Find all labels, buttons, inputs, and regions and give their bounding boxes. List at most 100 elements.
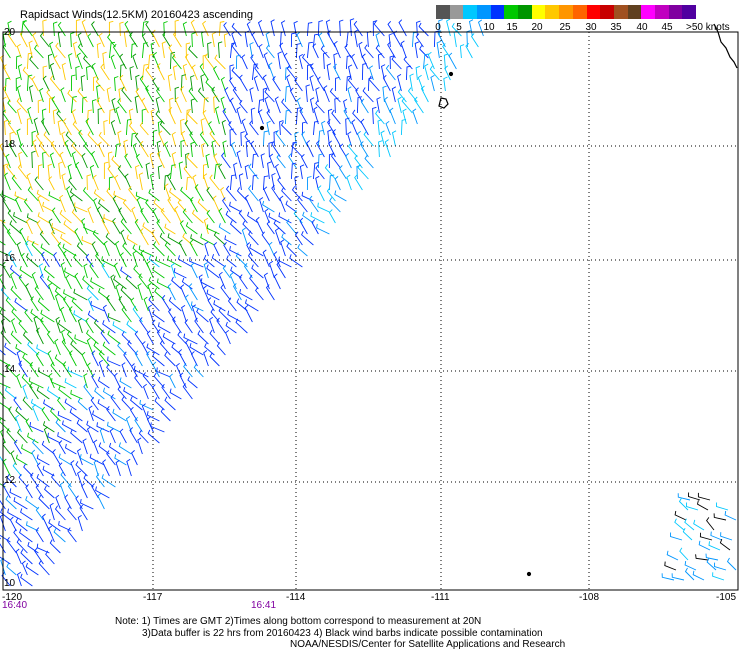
wind-barb — [424, 63, 429, 81]
wind-barb — [306, 41, 313, 59]
wind-barb — [109, 428, 116, 444]
wind-barb — [134, 416, 143, 433]
wind-barb — [30, 472, 39, 488]
wind-barb — [453, 30, 458, 48]
wind-barb — [708, 541, 721, 551]
wind-barb — [268, 260, 275, 279]
wind-barb — [59, 194, 66, 213]
wind-barb — [120, 218, 132, 235]
wind-barb — [286, 242, 297, 257]
legend-swatch — [559, 5, 574, 19]
wind-barb — [9, 488, 22, 499]
wind-barb — [107, 33, 116, 48]
wind-barb — [91, 21, 99, 37]
wind-barb — [20, 20, 28, 37]
wind-barb — [692, 570, 705, 581]
wind-barb — [173, 65, 178, 81]
wind-barb — [248, 230, 259, 246]
latitude-label: 18 — [4, 139, 16, 150]
wind-barb — [89, 453, 105, 466]
wind-barb — [0, 329, 11, 345]
wind-barb — [698, 540, 711, 551]
wind-barb — [34, 176, 44, 191]
wind-barb — [132, 250, 138, 268]
wind-barb — [70, 429, 83, 444]
wind-barb — [98, 359, 105, 378]
wind-barb — [69, 188, 83, 202]
wind-barb — [209, 130, 220, 147]
wind-barb — [54, 293, 61, 312]
wind-barb — [152, 129, 158, 146]
wind-barb — [272, 76, 281, 92]
wind-barb — [214, 54, 226, 70]
wind-barb — [7, 508, 22, 521]
wind-barb — [129, 66, 134, 81]
wind-barb — [39, 141, 50, 158]
wind-barb — [112, 43, 121, 59]
wind-barb — [171, 343, 182, 356]
wind-barb — [184, 294, 193, 312]
wind-barb — [276, 153, 286, 169]
wind-barb — [73, 288, 88, 301]
wind-barb — [57, 119, 62, 136]
wind-barb — [229, 246, 242, 257]
wind-barb — [181, 277, 193, 290]
wind-barb — [179, 220, 187, 235]
wind-barb — [16, 373, 22, 389]
latitude-label: 10 — [4, 578, 16, 589]
wind-barb — [184, 319, 193, 334]
wind-barb — [244, 164, 250, 180]
wind-barb — [32, 32, 39, 48]
wind-barb — [119, 377, 132, 389]
wind-barb — [20, 508, 33, 521]
wind-barb — [167, 73, 173, 92]
wind-barb — [35, 132, 44, 147]
wind-barb — [15, 518, 28, 532]
wind-barb — [29, 361, 39, 378]
wind-barb — [236, 150, 242, 169]
wind-barb — [61, 420, 77, 433]
wind-barb — [146, 260, 154, 279]
island-small-1 — [448, 71, 454, 77]
wind-barb — [265, 44, 275, 59]
wind-barb — [227, 297, 237, 312]
wind-barb — [407, 87, 418, 103]
wind-barb — [53, 21, 58, 37]
wind-barbs — [0, 18, 737, 587]
wind-barb — [36, 462, 44, 477]
wind-barb — [115, 240, 121, 257]
wind-barb — [397, 74, 402, 92]
wind-barb — [83, 223, 99, 235]
wind-barb — [115, 106, 121, 125]
wind-barb — [266, 120, 271, 136]
wind-barb — [107, 356, 121, 367]
wind-barb — [244, 194, 253, 213]
wind-barb — [294, 175, 299, 191]
wind-barb — [182, 383, 193, 400]
wind-barb — [169, 373, 176, 389]
legend-swatch — [463, 5, 478, 19]
wind-barb — [17, 428, 28, 444]
wind-barb — [200, 233, 215, 246]
wind-barb — [160, 407, 171, 422]
wind-barb — [49, 152, 55, 169]
wind-barb — [139, 121, 149, 136]
wind-barb — [347, 142, 358, 158]
wind-barb — [120, 266, 132, 279]
wind-barb — [118, 442, 132, 455]
wind-barb — [230, 266, 242, 279]
wind-barb — [152, 361, 160, 378]
wind-barb — [111, 155, 121, 169]
wind-barb — [75, 65, 80, 81]
wind-barb — [101, 256, 116, 268]
wind-barb — [70, 389, 83, 400]
wind-barb — [229, 201, 242, 213]
wind-barb — [274, 163, 281, 180]
wind-barb — [21, 560, 28, 576]
wind-barb — [33, 117, 39, 136]
wind-barb — [347, 131, 352, 147]
wind-barb — [92, 174, 99, 191]
wind-barb — [162, 332, 176, 345]
wind-barb — [0, 534, 11, 543]
wind-barb — [180, 86, 187, 103]
